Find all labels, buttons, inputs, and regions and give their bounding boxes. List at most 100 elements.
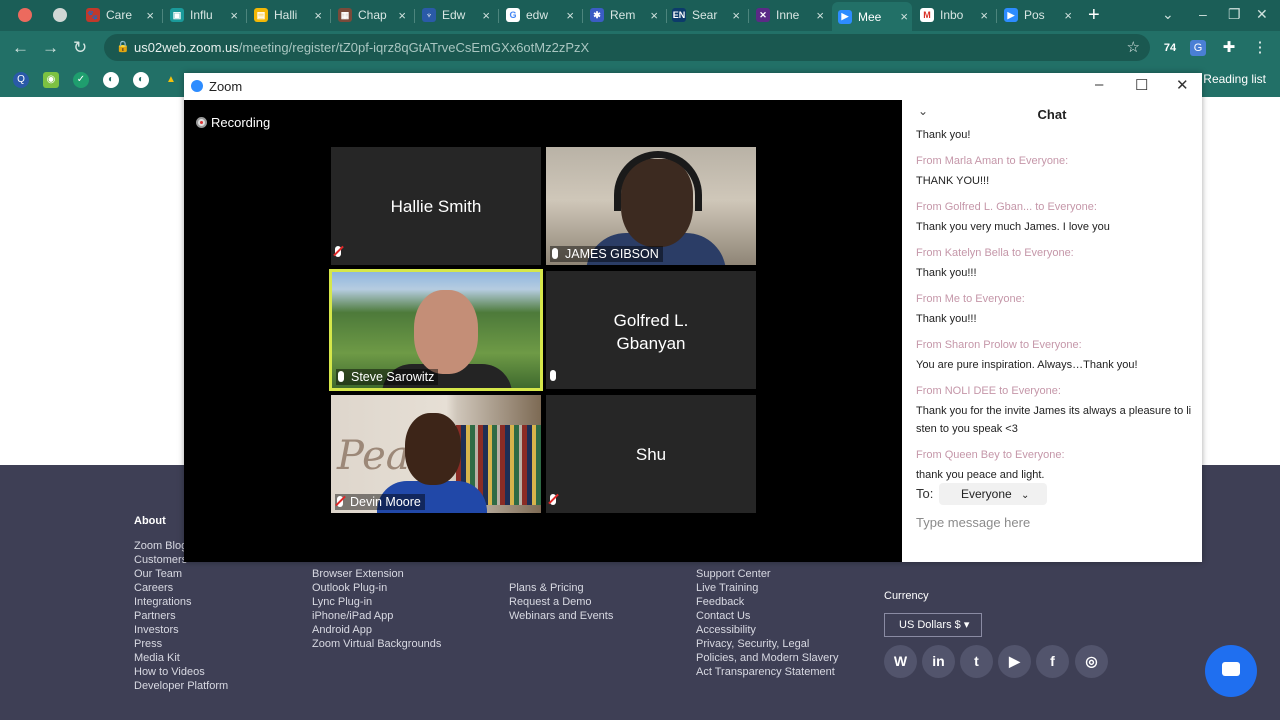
footer-link[interactable]: Developer Platform bbox=[134, 679, 228, 693]
bookmark-shield-icon[interactable]: ✓ bbox=[73, 72, 89, 88]
facebook-icon[interactable]: f bbox=[1036, 645, 1069, 678]
close-window-dot[interactable] bbox=[18, 8, 32, 22]
forward-arrow-icon[interactable]: → bbox=[42, 38, 59, 58]
chat-message-input[interactable] bbox=[916, 511, 1186, 533]
close-tab-icon[interactable]: × bbox=[980, 8, 988, 23]
tab-meeting-active[interactable]: ▶ Mee × bbox=[832, 2, 912, 31]
footer-link[interactable]: Plans & Pricing bbox=[509, 581, 613, 595]
footer-link[interactable]: Support Center bbox=[696, 567, 838, 581]
close-tab-icon[interactable]: × bbox=[230, 8, 238, 23]
participant-label: Devin Moore bbox=[335, 494, 425, 510]
footer-link[interactable]: Partners bbox=[134, 609, 228, 623]
tab-sear[interactable]: EN Sear × bbox=[672, 4, 744, 26]
close-icon[interactable]: ✕ bbox=[1256, 6, 1268, 23]
tab-pos[interactable]: ▶ Pos × bbox=[1004, 4, 1076, 26]
footer-link[interactable]: Accessibility bbox=[696, 623, 838, 637]
participant-tile-hallie[interactable]: Hallie Smith bbox=[331, 147, 541, 265]
restore-icon[interactable]: ❐ bbox=[1228, 6, 1241, 23]
bookmark-star-icon[interactable]: ☆ bbox=[1127, 34, 1140, 61]
footer-link[interactable]: Our Team bbox=[134, 567, 228, 581]
footer-link[interactable]: Privacy, Security, Legal bbox=[696, 637, 838, 651]
footer-link[interactable]: iPhone/iPad App bbox=[312, 609, 441, 623]
zoom-maximize-icon[interactable]: ☐ bbox=[1135, 76, 1148, 94]
footer-link[interactable]: How to Videos bbox=[134, 665, 228, 679]
close-tab-icon[interactable]: × bbox=[314, 8, 322, 23]
chat-message-text: thank you peace and light. bbox=[916, 469, 1045, 481]
back-arrow-icon[interactable]: ← bbox=[12, 38, 29, 58]
participant-tile-devin[interactable]: Pea Devin Moore bbox=[331, 395, 541, 513]
tab-rem[interactable]: ✱ Rem × bbox=[590, 4, 662, 26]
chat-messages: Thank you! From Marla Aman to Everyone: … bbox=[916, 126, 1192, 484]
footer-link[interactable]: Lync Plug-in bbox=[312, 595, 441, 609]
participant-tile-shu[interactable]: Shu bbox=[546, 395, 756, 513]
close-tab-icon[interactable]: × bbox=[146, 8, 154, 23]
tab-care[interactable]: 🐾 Care × bbox=[86, 4, 158, 26]
close-tab-icon[interactable]: × bbox=[566, 8, 574, 23]
youtube-icon[interactable]: ▶ bbox=[998, 645, 1031, 678]
minimize-icon[interactable]: – bbox=[1199, 6, 1207, 22]
reload-icon[interactable]: ↻ bbox=[73, 38, 87, 58]
footer-link[interactable]: Live Training bbox=[696, 581, 838, 595]
currency-select[interactable]: US Dollars $ ▾ bbox=[884, 613, 982, 637]
chat-message-sender: From Sharon Prolow to Everyone: bbox=[916, 339, 1082, 351]
participant-tile-golfred[interactable]: Golfred L. Gbanyan bbox=[546, 271, 756, 389]
puzzle-extensions-icon[interactable]: ✚ bbox=[1221, 40, 1237, 56]
footer-link[interactable]: Contact Us bbox=[696, 609, 838, 623]
footer-link[interactable]: Act Transparency Statement bbox=[696, 665, 838, 679]
participant-tile-james[interactable]: JAMES GIBSON bbox=[546, 147, 756, 265]
footer-link[interactable]: Press bbox=[134, 637, 228, 651]
close-tab-icon[interactable]: × bbox=[398, 8, 406, 23]
footer-link[interactable]: Request a Demo bbox=[509, 595, 613, 609]
close-tab-icon[interactable]: × bbox=[816, 8, 824, 23]
twitter-icon[interactable]: t bbox=[960, 645, 993, 678]
minimize-window-dot[interactable] bbox=[53, 8, 67, 22]
close-tab-icon[interactable]: × bbox=[650, 8, 658, 23]
footer-link[interactable]: Browser Extension bbox=[312, 567, 441, 581]
footer-link[interactable]: Android App bbox=[312, 623, 441, 637]
tab-halli[interactable]: ▤ Halli × bbox=[254, 4, 326, 26]
footer-link[interactable]: Integrations bbox=[134, 595, 228, 609]
cross-pattern-icon: ✕ bbox=[756, 8, 770, 22]
drive-icon[interactable]: ▲ bbox=[163, 72, 179, 88]
zoom-close-icon[interactable]: ✕ bbox=[1176, 76, 1189, 94]
tab-chap[interactable]: ▦ Chap × bbox=[338, 4, 410, 26]
bookmark-globe-icon[interactable]: ◐ bbox=[133, 72, 149, 88]
close-tab-icon[interactable]: × bbox=[900, 9, 908, 24]
bookmark-owl-icon[interactable]: ◉ bbox=[43, 72, 59, 88]
close-tab-icon[interactable]: × bbox=[732, 8, 740, 23]
footer-sales-column: Plans & Pricing Request a Demo Webinars … bbox=[509, 581, 613, 623]
tab-search-chevron-icon[interactable]: ⌄ bbox=[1162, 6, 1174, 23]
footer-link[interactable]: Webinars and Events bbox=[509, 609, 613, 623]
caret-down-icon: ▾ bbox=[963, 619, 970, 631]
chat-message-text: You are pure inspiration. Always…Thank y… bbox=[916, 359, 1138, 371]
participant-tile-steve[interactable]: Steve Sarowitz bbox=[329, 269, 543, 391]
reading-list[interactable]: Reading list bbox=[1203, 72, 1266, 86]
tab-influ[interactable]: ▣ Influ × bbox=[170, 4, 242, 26]
footer-link[interactable]: Media Kit bbox=[134, 651, 228, 665]
recipient-select[interactable]: Everyone ⌄ bbox=[938, 483, 1047, 505]
tab-inbox[interactable]: M Inbo × bbox=[920, 4, 992, 26]
menu-dots-icon[interactable]: ⋮ bbox=[1252, 40, 1268, 56]
new-tab-plus-icon[interactable]: + bbox=[1088, 4, 1100, 27]
extension-badge[interactable]: 74 bbox=[1160, 40, 1180, 56]
wordpress-icon[interactable]: W bbox=[884, 645, 917, 678]
close-tab-icon[interactable]: × bbox=[1064, 8, 1072, 23]
footer-link[interactable]: Outlook Plug-in bbox=[312, 581, 441, 595]
bookmark-q-icon[interactable]: Q bbox=[13, 72, 29, 88]
footer-link[interactable]: Zoom Virtual Backgrounds bbox=[312, 637, 441, 651]
url-bar[interactable]: 🔒 us02web.zoom.us/meeting/register/tZ0pf… bbox=[104, 34, 1150, 61]
tab-google-edw[interactable]: Gedw × bbox=[506, 4, 578, 26]
tab-edw[interactable]: ♆ Edw × bbox=[422, 4, 494, 26]
tab-inne[interactable]: ✕ Inne × bbox=[756, 4, 828, 26]
close-tab-icon[interactable]: × bbox=[482, 8, 490, 23]
translate-icon[interactable]: G bbox=[1190, 40, 1206, 56]
support-chat-button[interactable] bbox=[1205, 645, 1257, 697]
footer-link[interactable]: Policies, and Modern Slavery bbox=[696, 651, 838, 665]
instagram-icon[interactable]: ◎ bbox=[1075, 645, 1108, 678]
zoom-minimize-icon[interactable]: – bbox=[1095, 76, 1103, 93]
linkedin-icon[interactable]: in bbox=[922, 645, 955, 678]
footer-link[interactable]: Careers bbox=[134, 581, 228, 595]
footer-link[interactable]: Investors bbox=[134, 623, 228, 637]
bookmark-globe-icon[interactable]: ◐ bbox=[103, 72, 119, 88]
footer-link[interactable]: Feedback bbox=[696, 595, 838, 609]
